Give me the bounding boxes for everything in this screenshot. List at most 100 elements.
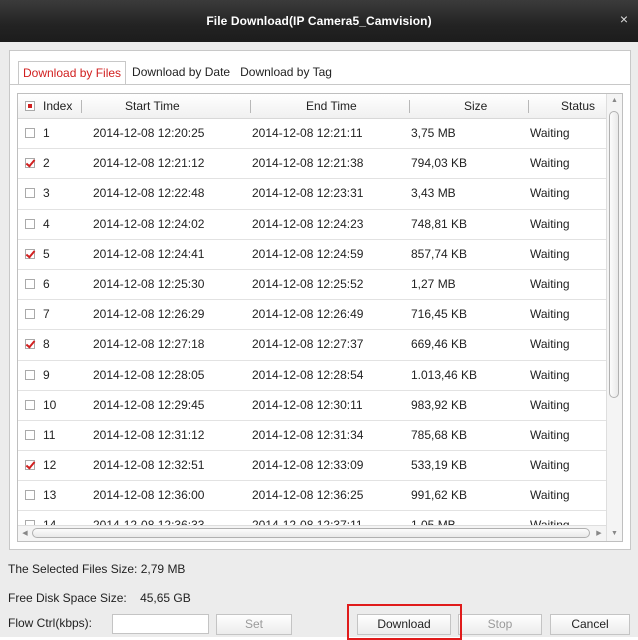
end-time-cell: 2014-12-08 12:21:11 bbox=[252, 126, 363, 140]
window-title: File Download(IP Camera5_Camvision) bbox=[206, 14, 432, 28]
free-space-label: Free Disk Space Size: bbox=[8, 591, 127, 605]
download-highlight-box bbox=[347, 604, 462, 640]
column-header-size[interactable]: Size bbox=[464, 94, 487, 118]
start-time-cell: 2014-12-08 12:20:25 bbox=[93, 126, 205, 140]
end-time-cell: 2014-12-08 12:21:38 bbox=[252, 156, 364, 171]
end-time-cell: 2014-12-08 12:36:25 bbox=[252, 488, 364, 503]
column-separator bbox=[528, 100, 529, 113]
start-time-cell: 2014-12-08 12:31:12 bbox=[93, 427, 205, 442]
table-row[interactable]: 13 2014-12-08 12:36:00 2014-12-08 12:36:25… bbox=[18, 481, 606, 512]
start-time-cell: 2014-12-08 12:28:05 bbox=[93, 367, 205, 382]
status-cell: Waiting bbox=[530, 186, 570, 201]
table-row[interactable]: 7 2014-12-08 12:26:29 2014-12-08 12:26:49 7… bbox=[18, 300, 606, 331]
row-checkbox[interactable] bbox=[25, 309, 35, 320]
column-header-start-time[interactable]: Start Time bbox=[125, 94, 180, 118]
select-all-checkbox[interactable] bbox=[25, 101, 35, 111]
table-row[interactable]: 3 2014-12-08 12:22:48 2014-12-08 12:23:31 3… bbox=[18, 179, 606, 210]
index-cell: 9 bbox=[43, 367, 50, 382]
row-checkbox[interactable] bbox=[25, 460, 35, 471]
row-checkbox[interactable] bbox=[25, 429, 35, 440]
index-cell: 8 bbox=[43, 337, 50, 352]
title-bar: File Download(IP Camera5_Camvision) × bbox=[0, 0, 638, 42]
status-cell: Waiting bbox=[530, 216, 570, 231]
table-row[interactable]: 12 2014-12-08 12:32:51 2014-12-08 12:33:09… bbox=[18, 451, 606, 482]
index-cell: 3 bbox=[43, 186, 50, 201]
scroll-left-icon[interactable]: ◀ bbox=[18, 526, 32, 541]
end-time-cell: 2014-12-08 12:31:34 bbox=[252, 427, 364, 442]
column-header-status[interactable]: Status bbox=[561, 94, 595, 118]
index-cell: 7 bbox=[43, 307, 50, 322]
start-time-cell: 2014-12-08 12:25:30 bbox=[93, 276, 205, 291]
stop-button[interactable]: Stop bbox=[458, 614, 542, 635]
status-cell: Waiting bbox=[530, 156, 570, 171]
table-row[interactable]: 6 2014-12-08 12:25:30 2014-12-08 12:25:52 1… bbox=[18, 270, 606, 301]
selected-size-info: The Selected Files Size: 2,79 MB bbox=[8, 562, 185, 576]
end-time-cell: 2014-12-08 12:25:52 bbox=[252, 276, 364, 291]
dialog-body: Download by Files Download by Date Downl… bbox=[0, 42, 638, 637]
horizontal-scrollbar[interactable]: ◀ ▶ bbox=[18, 525, 606, 541]
flow-ctrl-input[interactable] bbox=[112, 614, 209, 634]
size-cell: 533,19 KB bbox=[411, 458, 468, 473]
horizontal-scroll-thumb[interactable] bbox=[32, 528, 590, 538]
row-checkbox[interactable] bbox=[25, 158, 35, 169]
column-header-index[interactable]: Index bbox=[43, 94, 72, 118]
table-row[interactable]: 5 2014-12-08 12:24:41 2014-12-08 12:24:59 8… bbox=[18, 240, 606, 270]
column-separator bbox=[409, 100, 410, 113]
start-time-cell: 2014-12-08 12:24:02 bbox=[93, 216, 205, 231]
table-row[interactable]: 2 2014-12-08 12:21:12 2014-12-08 12:21:38 7… bbox=[18, 149, 606, 180]
start-time-cell: 2014-12-08 12:22:48 bbox=[93, 186, 205, 201]
tab-download-by-tag[interactable]: Download by Tag bbox=[236, 61, 336, 83]
selected-size-label: The Selected Files Size: bbox=[8, 562, 138, 576]
table-row[interactable]: 10 2014-12-08 12:29:45 2014-12-08 12:30:11… bbox=[18, 391, 606, 421]
scroll-right-icon[interactable]: ▶ bbox=[592, 526, 606, 541]
index-cell: 4 bbox=[43, 216, 50, 231]
index-cell: 6 bbox=[43, 276, 50, 291]
size-cell: 669,46 KB bbox=[411, 337, 468, 352]
start-time-cell: 2014-12-08 12:24:41 bbox=[93, 246, 205, 261]
row-checkbox[interactable] bbox=[25, 128, 35, 138]
set-button[interactable]: Set bbox=[216, 614, 292, 635]
status-cell: Waiting bbox=[530, 246, 570, 261]
tab-download-by-files[interactable]: Download by Files bbox=[18, 61, 127, 85]
size-cell: 716,45 KB bbox=[411, 307, 468, 322]
download-panel: Download by Files Download by Date Downl… bbox=[9, 50, 631, 550]
row-checkbox[interactable] bbox=[25, 339, 35, 350]
row-checkbox[interactable] bbox=[25, 188, 35, 199]
row-checkbox[interactable] bbox=[25, 369, 35, 380]
row-checkbox[interactable] bbox=[25, 490, 35, 501]
column-separator bbox=[81, 100, 82, 113]
table-header: Index Start Time End Time Size Status bbox=[18, 94, 606, 119]
start-time-cell: 2014-12-08 12:32:51 bbox=[93, 458, 205, 473]
table-row[interactable]: 4 2014-12-08 12:24:02 2014-12-08 12:24:23 7… bbox=[18, 210, 606, 240]
file-table: Index Start Time End Time Size Status 12… bbox=[17, 93, 623, 542]
free-space-value: 45,65 GB bbox=[140, 591, 191, 605]
index-cell: 13 bbox=[43, 488, 57, 503]
start-time-cell: 2014-12-08 12:36:00 bbox=[93, 488, 205, 503]
cancel-button[interactable]: Cancel bbox=[550, 614, 630, 635]
status-cell: Waiting bbox=[530, 307, 570, 322]
table-row[interactable]: 8 2014-12-08 12:27:18 2014-12-08 12:27:37 6… bbox=[18, 330, 606, 361]
tab-download-by-date[interactable]: Download by Date bbox=[128, 61, 234, 83]
row-checkbox[interactable] bbox=[25, 218, 35, 229]
size-cell: 794,03 KB bbox=[411, 156, 468, 171]
vertical-scrollbar[interactable]: ▲ ▼ bbox=[606, 94, 622, 541]
index-cell: 2 bbox=[43, 156, 50, 171]
status-cell: Waiting bbox=[530, 458, 570, 473]
end-time-cell: 2014-12-08 12:24:23 bbox=[252, 216, 364, 231]
row-checkbox[interactable] bbox=[25, 248, 35, 259]
vertical-scroll-thumb[interactable] bbox=[609, 111, 619, 398]
scroll-up-icon[interactable]: ▲ bbox=[607, 94, 622, 108]
end-time-cell: 2014-12-08 12:30:11 bbox=[252, 397, 363, 412]
status-cell: Waiting bbox=[530, 397, 570, 412]
size-cell: 1,27 MB bbox=[411, 276, 456, 291]
table-row[interactable]: 1 2014-12-08 12:20:25 2014-12-08 12:21:11 3… bbox=[18, 119, 606, 150]
table-body: 1 2014-12-08 12:20:25 2014-12-08 12:21:11 3… bbox=[18, 119, 606, 541]
scroll-down-icon[interactable]: ▼ bbox=[607, 527, 622, 541]
size-cell: 785,68 KB bbox=[411, 427, 468, 442]
column-header-end-time[interactable]: End Time bbox=[306, 94, 357, 118]
row-checkbox[interactable] bbox=[25, 399, 35, 410]
row-checkbox[interactable] bbox=[25, 278, 35, 289]
table-row[interactable]: 9 2014-12-08 12:28:05 2014-12-08 12:28:54 1… bbox=[18, 361, 606, 391]
table-row[interactable]: 11 2014-12-08 12:31:12 2014-12-08 12:31:34… bbox=[18, 421, 606, 452]
close-icon[interactable]: × bbox=[620, 12, 628, 26]
